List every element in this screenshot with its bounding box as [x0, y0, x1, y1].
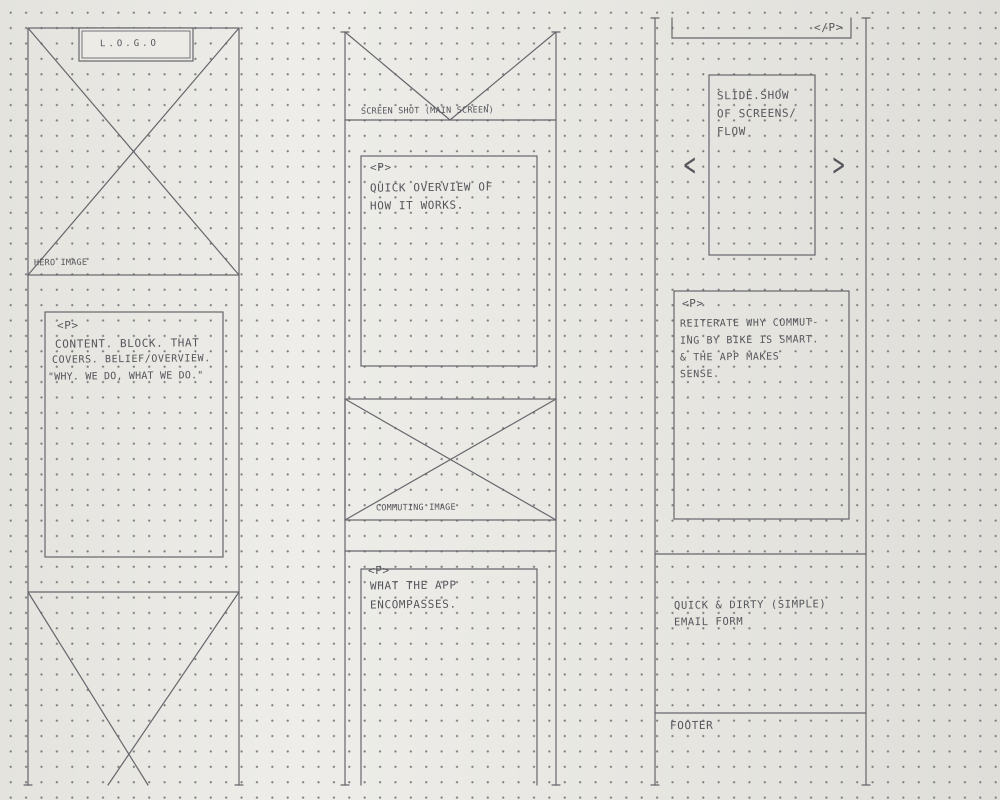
- email-form-line-1: QUICK & DIRTY (SIMPLE): [673, 598, 827, 612]
- column-1-frame: [23, 27, 244, 786]
- bottom-image-cross-a: [27, 591, 149, 786]
- reiterate-block-tag: <P>: [681, 296, 704, 311]
- reiterate-block-line-4: SENSE.: [679, 368, 720, 381]
- reiterate-block-line-1: REITERATE WHY COMMUT-: [679, 317, 820, 330]
- encompass-block-line-1: WHAT THE APP: [369, 578, 457, 593]
- overview-block-tag: <P>: [369, 160, 392, 175]
- slideshow-prev-arrow[interactable]: <: [683, 148, 697, 184]
- slideshow-line-3: FLOW: [716, 124, 746, 139]
- overview-block-line-2: HOW IT WORKS.: [369, 198, 464, 213]
- column-3-frame: [650, 17, 871, 786]
- content-block-tag: <P>: [56, 318, 79, 333]
- column-2-frame: [340, 31, 561, 786]
- email-form-line-2: EMAIL FORM: [673, 615, 744, 629]
- encompass-block-tag: <P>: [367, 563, 390, 578]
- screenshot-label: SCREEN SHOT (MAIN SCREEN): [360, 105, 494, 117]
- encompass-block-line-2: ENCOMPASSES.: [369, 597, 457, 612]
- slideshow-next-arrow[interactable]: >: [832, 148, 846, 184]
- wireframe-sketch: [23, 17, 871, 786]
- overview-block-line-1: QUICK OVERVIEW OF: [369, 180, 493, 195]
- logo-text: L.O.G.O: [99, 38, 159, 50]
- reiterate-block-line-2: ING BY BIKE IS SMART.: [679, 334, 820, 347]
- content-block-line-1: CONTENT. BLOCK. THAT: [54, 336, 200, 351]
- commuting-image-label: COMMUTING IMAGE: [375, 502, 456, 514]
- content-block-line-3: "WHY. WE DO, WHAT WE DO.": [47, 370, 204, 383]
- bottom-image-cross-b: [107, 591, 240, 786]
- hero-image-label: HERO IMAGE: [33, 257, 88, 269]
- slideshow-line-2: OF SCREENS/: [716, 106, 797, 121]
- slideshow-line-1: SLIDE.SHOW: [716, 88, 790, 103]
- top-tag-label: </P>: [813, 20, 843, 35]
- footer-label: FOOTER: [669, 718, 714, 733]
- content-block-line-2: COVERS. BELIEF/OVERVIEW.: [51, 353, 211, 366]
- reiterate-block-line-3: & THE APP MAKES: [679, 351, 780, 364]
